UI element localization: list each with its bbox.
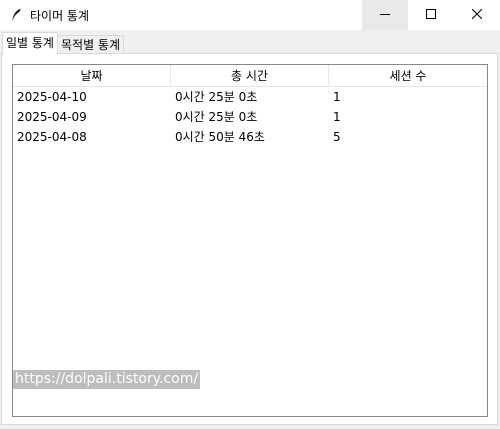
maximize-button[interactable]: [408, 0, 454, 30]
notebook-tabs: 일별 통계 목적별 통계: [2, 31, 124, 55]
cell-date: 2025-04-10: [17, 90, 87, 104]
cell-session-count: 1: [333, 110, 341, 124]
minimize-icon: [380, 8, 390, 22]
column-header-date[interactable]: 날짜: [13, 65, 171, 87]
minimize-button[interactable]: [362, 0, 408, 30]
cell-total-time: 0시간 25분 0초: [175, 110, 258, 124]
close-button[interactable]: [454, 0, 500, 30]
column-header-total-time[interactable]: 총 시간: [171, 65, 329, 87]
table-body: 2025-04-10 0시간 25분 0초 1 2025-04-09 0시간 2…: [13, 87, 487, 147]
table-row[interactable]: 2025-04-10 0시간 25분 0초 1: [13, 87, 487, 107]
tab-daily-stats[interactable]: 일별 통계: [2, 32, 58, 55]
window-title: 타이머 통계: [30, 8, 90, 23]
window-controls: [362, 0, 500, 30]
cell-total-time: 0시간 50분 46초: [175, 130, 265, 144]
title-bar[interactable]: 타이머 통계: [0, 0, 500, 30]
stats-table[interactable]: 날짜 총 시간 세션 수 2025-04-10 0시간 25분 0초 1 202…: [12, 64, 488, 417]
feather-icon: [8, 7, 24, 23]
watermark-url: https://dolpali.tistory.com/: [13, 370, 201, 389]
tab-purpose-stats[interactable]: 목적별 통계: [56, 35, 124, 55]
table-row[interactable]: 2025-04-08 0시간 50분 46초 5: [13, 127, 487, 147]
cell-session-count: 5: [333, 130, 341, 144]
cell-date: 2025-04-08: [17, 130, 87, 144]
cell-total-time: 0시간 25분 0초: [175, 90, 258, 104]
table-row[interactable]: 2025-04-09 0시간 25분 0초 1: [13, 107, 487, 127]
cell-date: 2025-04-09: [17, 110, 87, 124]
cell-session-count: 1: [333, 90, 341, 104]
maximize-icon: [426, 8, 436, 22]
column-header-session-count[interactable]: 세션 수: [329, 65, 487, 87]
tab-content-frame: 날짜 총 시간 세션 수 2025-04-10 0시간 25분 0초 1 202…: [1, 53, 498, 425]
table-header: 날짜 총 시간 세션 수: [13, 65, 487, 87]
timer-stats-window: 타이머 통계 일별 통계 목적별 통계 날짜 총 시간 세션 수 2025-04…: [0, 0, 500, 429]
close-icon: [471, 8, 483, 22]
